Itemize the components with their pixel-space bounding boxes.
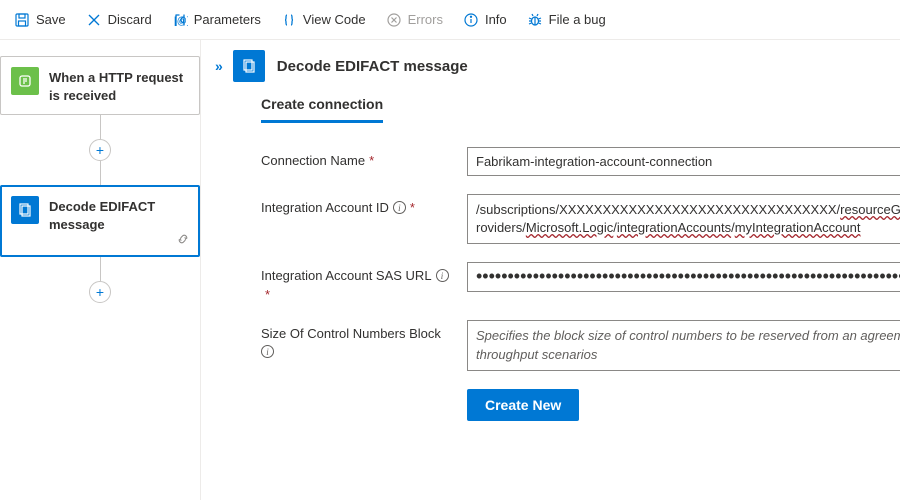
edifact-panel-icon: [233, 50, 265, 82]
discard-label: Discard: [108, 12, 152, 27]
svg-text:[@]: [@]: [174, 16, 188, 27]
info-icon[interactable]: i: [436, 269, 449, 282]
errors-icon: [386, 12, 402, 28]
sas-url-label: Integration Account SAS URL i*: [261, 262, 451, 302]
parameters-icon: [@]: [172, 12, 188, 28]
panel-title: Decode EDIFACT message: [277, 58, 900, 75]
info-label: Info: [485, 12, 507, 27]
add-step-button[interactable]: +: [89, 281, 111, 303]
parameters-label: Parameters: [194, 12, 261, 27]
info-icon[interactable]: i: [261, 345, 274, 358]
panel-header: » Decode EDIFACT message ···: [201, 40, 900, 96]
trigger-node-title: When a HTTP request is received: [49, 67, 189, 104]
save-button[interactable]: Save: [4, 6, 76, 34]
code-icon: [281, 12, 297, 28]
integration-account-id-label: Integration Account ID i *: [261, 194, 451, 215]
integration-account-id-input[interactable]: /subscriptions/XXXXXXXXXXXXXXXXXXXXXXXXX…: [467, 194, 900, 244]
view-code-button[interactable]: View Code: [271, 6, 376, 34]
info-button[interactable]: Info: [453, 6, 517, 34]
connector-line: [100, 257, 101, 281]
discard-button[interactable]: Discard: [76, 6, 162, 34]
http-trigger-icon: [11, 67, 39, 95]
block-size-input[interactable]: Specifies the block size of control numb…: [467, 320, 900, 370]
info-icon[interactable]: i: [393, 201, 406, 214]
discard-icon: [86, 12, 102, 28]
section-tab-create-connection[interactable]: Create connection: [261, 96, 383, 123]
action-node-title: Decode EDIFACT message: [49, 196, 189, 233]
connector-line: [100, 161, 101, 185]
file-bug-button[interactable]: File a bug: [517, 6, 616, 34]
connection-name-label: Connection Name *: [261, 147, 451, 168]
bug-icon: [527, 12, 543, 28]
connection-link-icon: [176, 232, 190, 249]
connection-name-input[interactable]: [467, 147, 900, 176]
parameters-button[interactable]: [@] Parameters: [162, 6, 271, 34]
trigger-node[interactable]: When a HTTP request is received: [0, 56, 200, 115]
block-size-label: Size Of Control Numbers Block i: [261, 320, 451, 358]
view-code-label: View Code: [303, 12, 366, 27]
errors-button: Errors: [376, 6, 453, 34]
errors-label: Errors: [408, 12, 443, 27]
action-node[interactable]: Decode EDIFACT message: [0, 185, 200, 257]
file-bug-label: File a bug: [549, 12, 606, 27]
add-step-button[interactable]: +: [89, 139, 111, 161]
create-new-button[interactable]: Create New: [467, 389, 579, 421]
save-label: Save: [36, 12, 66, 27]
info-icon: [463, 12, 479, 28]
collapse-panel-icon[interactable]: »: [215, 58, 221, 74]
save-icon: [14, 12, 30, 28]
edifact-action-icon: [11, 196, 39, 224]
toolbar: Save Discard [@] Parameters View Code Er…: [0, 0, 900, 40]
sas-url-input[interactable]: ••••••••••••••••••••••••••••••••••••••••…: [467, 262, 900, 292]
designer-canvas: When a HTTP request is received + Decode…: [0, 40, 200, 500]
action-config-panel: » Decode EDIFACT message ··· Create conn…: [200, 40, 900, 500]
connector-line: [100, 115, 101, 139]
